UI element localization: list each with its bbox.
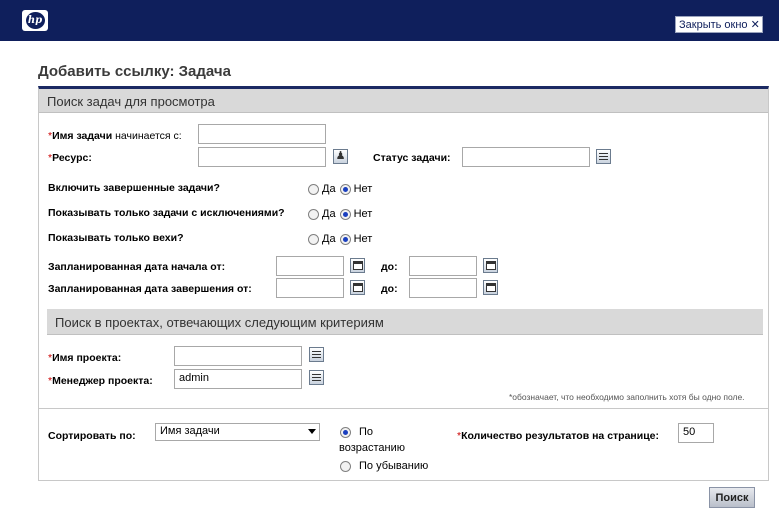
resource-label: *Ресурс: <box>48 152 92 164</box>
planned-end-label: Запланированная дата завершения от: <box>48 283 252 295</box>
hp-logo-text: hp <box>25 12 45 29</box>
include-completed-radios: Да Нет <box>308 183 372 195</box>
calendar-icon <box>485 261 496 270</box>
only-exceptions-no-radio[interactable] <box>339 208 351 220</box>
calendar-icon <box>352 283 363 292</box>
hp-logo: hp <box>22 10 48 31</box>
sort-ascending-option: По <box>340 426 373 438</box>
planned-start-from-input[interactable] <box>276 256 344 276</box>
planned-end-to-input[interactable] <box>409 278 477 298</box>
calendar-icon <box>485 283 496 292</box>
header-bar: hp Закрыть окно ✕ <box>0 0 779 41</box>
planned-start-to-label: до: <box>381 261 398 273</box>
task-name-input[interactable] <box>198 124 326 144</box>
task-name-label: *Имя задачи начинается с: <box>48 130 182 142</box>
only-exceptions-radios: Да Нет <box>308 208 372 220</box>
project-manager-label: *Менеджер проекта: <box>48 375 153 387</box>
person-icon: ♟ <box>335 150 346 162</box>
include-completed-no-radio[interactable] <box>339 183 351 195</box>
only-exceptions-yes-radio[interactable] <box>308 208 319 220</box>
planned-end-from-input[interactable] <box>276 278 344 298</box>
calendar-icon <box>352 261 363 270</box>
sort-ascending-radio[interactable] <box>340 426 351 438</box>
only-milestones-radios: Да Нет <box>308 233 372 245</box>
search-button[interactable]: Поиск <box>709 487 755 508</box>
project-manager-list-button[interactable] <box>309 370 324 385</box>
sort-by-select[interactable]: Имя задачи <box>155 423 320 441</box>
section-header-projects: Поиск в проектах, отвечающих следующим к… <box>47 309 763 335</box>
results-per-page-input[interactable]: 50 <box>678 423 714 443</box>
sort-by-value: Имя задачи <box>160 425 220 437</box>
include-completed-yes-radio[interactable] <box>308 183 319 195</box>
sort-ascending-label: возрастанию <box>339 442 405 454</box>
sort-descending-radio[interactable] <box>340 460 351 472</box>
only-milestones-no-radio[interactable] <box>339 233 351 245</box>
task-status-input[interactable] <box>462 147 590 167</box>
planned-end-to-calendar-button[interactable] <box>483 280 498 295</box>
only-exceptions-label: Показывать только задачи с исключениями? <box>48 207 285 219</box>
list-icon <box>599 152 608 161</box>
section-header-tasks: Поиск задач для просмотра <box>39 89 768 113</box>
close-window-button[interactable]: Закрыть окно ✕ <box>675 16 763 33</box>
planned-end-to-label: до: <box>381 283 398 295</box>
planned-end-from-calendar-button[interactable] <box>350 280 365 295</box>
only-milestones-yes-radio[interactable] <box>308 233 319 245</box>
planned-start-to-input[interactable] <box>409 256 477 276</box>
only-milestones-label: Показывать только вехи? <box>48 232 184 244</box>
task-status-label: Статус задачи: <box>373 152 451 164</box>
project-name-input[interactable] <box>174 346 302 366</box>
results-per-page-label: *Количество результатов на странице: <box>457 430 660 442</box>
project-manager-input[interactable]: admin <box>174 369 302 389</box>
required-note: *обозначает, что необходимо заполнить хо… <box>509 392 745 402</box>
sort-descending-option: По убыванию <box>340 460 428 472</box>
sort-by-label: Сортировать по: <box>48 430 136 442</box>
list-icon <box>312 350 321 359</box>
resource-picker-button[interactable]: ♟ <box>333 149 348 164</box>
include-completed-label: Включить завершенные задачи? <box>48 182 220 194</box>
chevron-down-icon <box>308 429 316 434</box>
task-status-list-button[interactable] <box>596 149 611 164</box>
project-name-label: *Имя проекта: <box>48 352 122 364</box>
planned-start-from-calendar-button[interactable] <box>350 258 365 273</box>
planned-start-to-calendar-button[interactable] <box>483 258 498 273</box>
resource-input[interactable] <box>198 147 326 167</box>
page-title: Добавить ссылку: Задача <box>38 63 231 80</box>
project-name-list-button[interactable] <box>309 347 324 362</box>
planned-start-label: Запланированная дата начала от: <box>48 261 226 273</box>
list-icon <box>312 373 321 382</box>
